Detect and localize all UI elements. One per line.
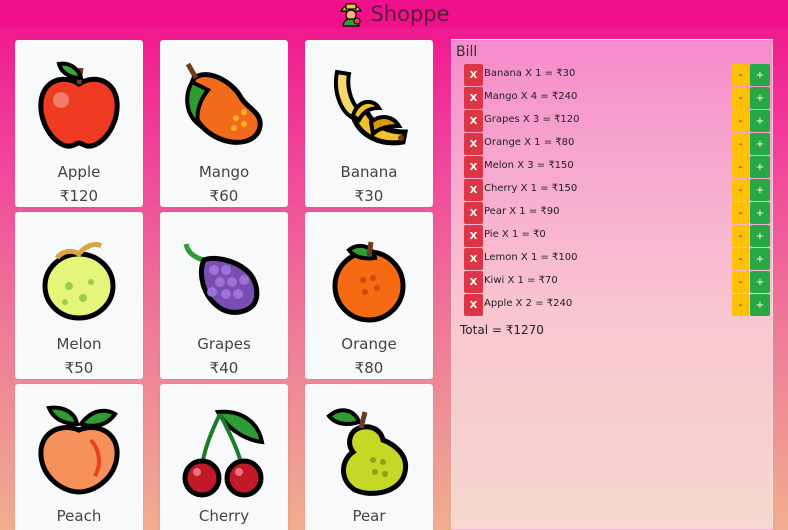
header-bar: Shoppe — [0, 0, 788, 28]
increment-button[interactable]: + — [750, 64, 770, 86]
product-name: Mango — [198, 163, 250, 181]
product-name: Peach — [56, 507, 102, 525]
product-name: Melon — [56, 335, 102, 353]
product-price: ₹120 — [59, 187, 99, 205]
peach-icon — [38, 405, 120, 495]
remove-item-button[interactable]: X — [464, 294, 483, 316]
product-price: ₹60 — [209, 187, 239, 205]
product-price: ₹40 — [209, 359, 239, 377]
decrement-button[interactable]: - — [732, 248, 749, 270]
remove-item-button[interactable]: X — [464, 133, 483, 155]
bill-panel: Bill X Banana X 1 = ₹30 - + X Mango X 4 … — [451, 39, 773, 530]
product-card-apple[interactable]: Apple ₹120 — [15, 40, 143, 207]
bill-row: X Kiwi X 1 = ₹70 - + — [452, 271, 772, 293]
apple-icon — [38, 61, 120, 149]
bill-title: Bill — [456, 44, 478, 60]
remove-item-button[interactable]: X — [464, 87, 483, 109]
product-card-melon[interactable]: Melon ₹50 — [15, 212, 143, 379]
bill-item-text: Banana X 1 = ₹30 — [484, 68, 576, 79]
decrement-button[interactable]: - — [732, 156, 749, 178]
product-card-grapes[interactable]: Grapes ₹40 — [160, 212, 288, 379]
decrement-button[interactable]: - — [732, 179, 749, 201]
increment-button[interactable]: + — [750, 87, 770, 109]
bill-item-text: Kiwi X 1 = ₹70 — [484, 275, 558, 286]
bill-total: Total = ₹1270 — [460, 323, 544, 337]
remove-item-button[interactable]: X — [464, 248, 483, 270]
decrement-button[interactable]: - — [732, 202, 749, 224]
bill-item-text: Grapes X 3 = ₹120 — [484, 114, 580, 125]
increment-button[interactable]: + — [750, 179, 770, 201]
bill-item-text: Pie X 1 = ₹0 — [484, 229, 546, 240]
increment-button[interactable]: + — [750, 225, 770, 247]
decrement-button[interactable]: - — [732, 133, 749, 155]
bill-item-text: Lemon X 1 = ₹100 — [484, 252, 578, 263]
brand[interactable]: Shoppe — [338, 1, 450, 27]
product-card-banana[interactable]: Banana ₹30 — [305, 40, 433, 207]
bill-row: X Melon X 3 = ₹150 - + — [452, 156, 772, 178]
increment-button[interactable]: + — [750, 294, 770, 316]
bill-item-text: Cherry X 1 = ₹150 — [484, 183, 578, 194]
increment-button[interactable]: + — [750, 202, 770, 224]
bill-item-text: Pear X 1 = ₹90 — [484, 206, 560, 217]
increment-button[interactable]: + — [750, 271, 770, 293]
remove-item-button[interactable]: X — [464, 225, 483, 247]
farmer-icon — [340, 3, 363, 27]
bill-item-text: Mango X 4 = ₹240 — [484, 91, 578, 102]
bill-row: X Cherry X 1 = ₹150 - + — [452, 179, 772, 201]
bill-row: X Grapes X 3 = ₹120 - + — [452, 110, 772, 132]
decrement-button[interactable]: - — [732, 110, 749, 132]
bill-row: X Apple X 2 = ₹240 - + — [452, 294, 772, 316]
bill-item-text: Melon X 3 = ₹150 — [484, 160, 574, 171]
product-card-cherry[interactable]: Cherry — [160, 384, 288, 530]
bill-row: X Pie X 1 = ₹0 - + — [452, 225, 772, 247]
decrement-button[interactable]: - — [732, 225, 749, 247]
product-price: ₹30 — [354, 187, 384, 205]
remove-item-button[interactable]: X — [464, 64, 483, 86]
increment-button[interactable]: + — [750, 156, 770, 178]
decrement-button[interactable]: - — [732, 294, 749, 316]
product-card-orange[interactable]: Orange ₹80 — [305, 212, 433, 379]
decrement-button[interactable]: - — [732, 87, 749, 109]
remove-item-button[interactable]: X — [464, 202, 483, 224]
melon-icon — [42, 241, 116, 321]
increment-button[interactable]: + — [750, 248, 770, 270]
pear-icon — [326, 408, 409, 496]
bill-row: X Pear X 1 = ₹90 - + — [452, 202, 772, 224]
product-name: Orange — [341, 335, 397, 353]
decrement-button[interactable]: - — [732, 271, 749, 293]
product-name: Grapes — [197, 335, 251, 353]
bill-item-text: Apple X 2 = ₹240 — [484, 298, 573, 309]
product-name: Cherry — [198, 507, 250, 525]
cherry-icon — [182, 409, 265, 498]
bill-item-text: Orange X 1 = ₹80 — [484, 137, 575, 148]
product-card-mango[interactable]: Mango ₹60 — [160, 40, 288, 207]
remove-item-button[interactable]: X — [464, 271, 483, 293]
orange-icon — [332, 241, 406, 323]
app-title: Shoppe — [370, 2, 450, 26]
increment-button[interactable]: + — [750, 133, 770, 155]
bill-row: X Lemon X 1 = ₹100 - + — [452, 248, 772, 270]
bill-row: X Banana X 1 = ₹30 - + — [452, 64, 772, 86]
bill-row: X Mango X 4 = ₹240 - + — [452, 87, 772, 109]
remove-item-button[interactable]: X — [464, 156, 483, 178]
decrement-button[interactable]: - — [732, 64, 749, 86]
product-price: ₹50 — [64, 359, 94, 377]
banana-icon — [334, 69, 409, 146]
increment-button[interactable]: + — [750, 110, 770, 132]
product-name: Pear — [352, 507, 386, 525]
remove-item-button[interactable]: X — [464, 179, 483, 201]
remove-item-button[interactable]: X — [464, 110, 483, 132]
bill-row: X Orange X 1 = ₹80 - + — [452, 133, 772, 155]
product-card-pear[interactable]: Pear — [305, 384, 433, 530]
product-price: ₹80 — [354, 359, 384, 377]
mango-icon — [185, 62, 263, 145]
product-name: Banana — [340, 163, 398, 181]
grapes-icon — [183, 243, 260, 315]
product-name: Apple — [57, 163, 101, 181]
product-card-peach[interactable]: Peach — [15, 384, 143, 530]
